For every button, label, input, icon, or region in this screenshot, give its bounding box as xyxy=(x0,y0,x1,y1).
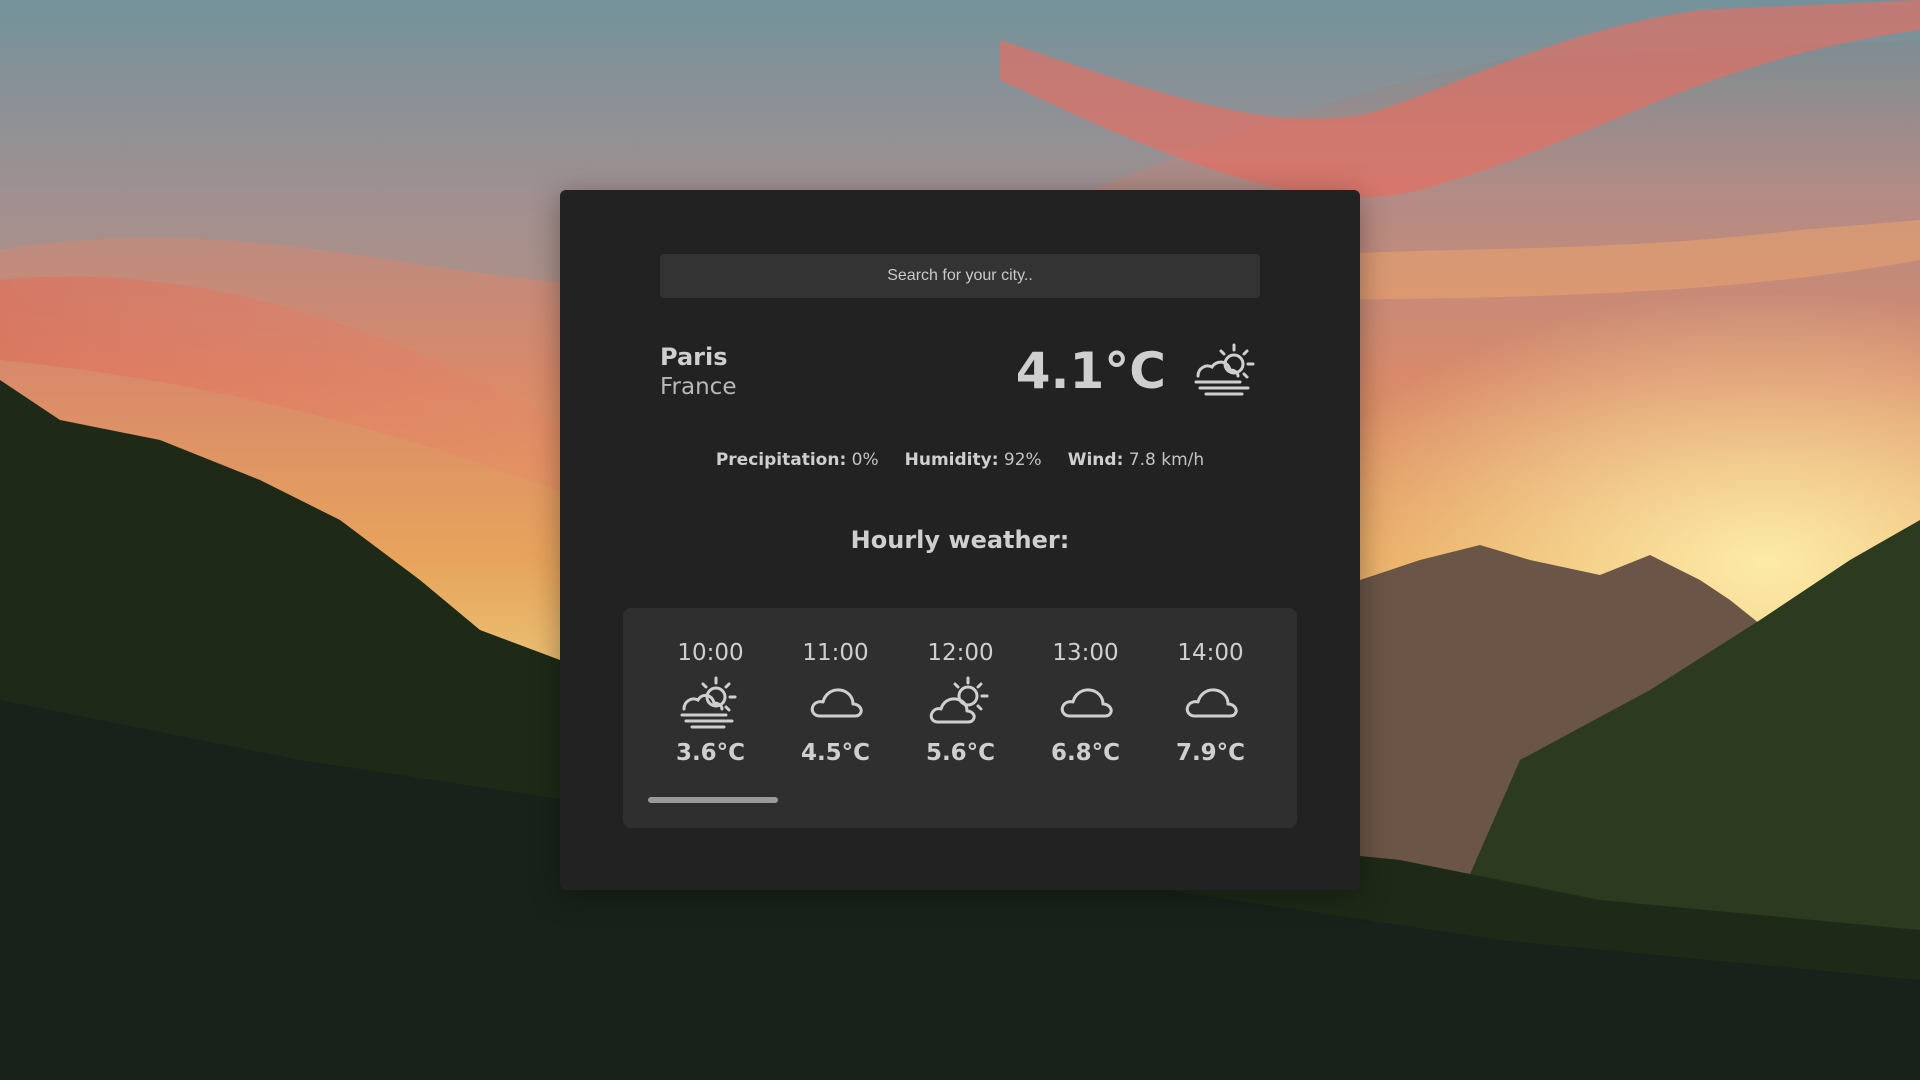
hour-temperature: 5.6°C xyxy=(925,740,996,766)
cloud-icon xyxy=(1176,674,1246,730)
hour-temperature: 7.9°C xyxy=(1175,740,1246,766)
hourly-item: 10:00 3.6°C xyxy=(648,638,773,768)
location-block: Paris France xyxy=(660,342,736,402)
current-weather: 4.1°C xyxy=(1016,338,1260,404)
cloud-icon xyxy=(1051,674,1121,730)
hour-time: 14:00 xyxy=(1177,640,1244,666)
hourly-scrollbar[interactable] xyxy=(648,797,778,803)
hour-temperature: 4.5°C xyxy=(800,740,871,766)
humidity-value: 92% xyxy=(1003,450,1042,470)
city-name: Paris xyxy=(660,343,728,371)
weather-stats: Precipitation: 0% Humidity: 92% Wind: 7.… xyxy=(560,450,1360,470)
hourly-forecast-panel[interactable]: 10:00 3.6°C 11:00 4.5°C 12:00 5.6°C 13:0… xyxy=(623,608,1297,828)
humidity-stat: Humidity: 92% xyxy=(905,450,1042,470)
cloud-icon xyxy=(801,674,871,730)
hourly-item: 13:00 6.8°C xyxy=(1023,638,1148,768)
precipitation-stat: Precipitation: 0% xyxy=(716,450,879,470)
hour-temperature: 6.8°C xyxy=(1050,740,1121,766)
weather-card: Paris France 4.1°C Precipitation: 0% xyxy=(560,190,1360,890)
hourly-item: 12:00 5.6°C xyxy=(898,638,1023,768)
precipitation-value: 0% xyxy=(851,450,879,470)
hourly-weather-title: Hourly weather: xyxy=(850,526,1070,554)
humidity-label: Humidity: xyxy=(904,450,999,470)
partly-cloudy-icon xyxy=(926,674,996,730)
hourly-forecast-list: 10:00 3.6°C 11:00 4.5°C 12:00 5.6°C 13:0… xyxy=(648,638,1273,768)
city-search-input[interactable] xyxy=(660,254,1260,298)
wind-label: Wind: xyxy=(1067,450,1124,470)
country-name: France xyxy=(660,374,737,400)
hourly-item: 14:00 7.9°C xyxy=(1148,638,1273,768)
hourly-item: 11:00 4.5°C xyxy=(773,638,898,768)
wind-value: 7.8 km/h xyxy=(1128,450,1205,470)
sun-fog-icon xyxy=(676,674,746,730)
partly-cloudy-sun-fog-icon xyxy=(1192,340,1260,402)
precipitation-label: Precipitation: xyxy=(715,450,847,470)
hour-time: 11:00 xyxy=(802,640,869,666)
wind-stat: Wind: 7.8 km/h xyxy=(1068,450,1204,470)
hour-temperature: 3.6°C xyxy=(675,740,746,766)
hour-time: 12:00 xyxy=(927,640,994,666)
current-temperature: 4.1°C xyxy=(1015,342,1166,400)
hour-time: 10:00 xyxy=(677,640,744,666)
hour-time: 13:00 xyxy=(1052,640,1119,666)
